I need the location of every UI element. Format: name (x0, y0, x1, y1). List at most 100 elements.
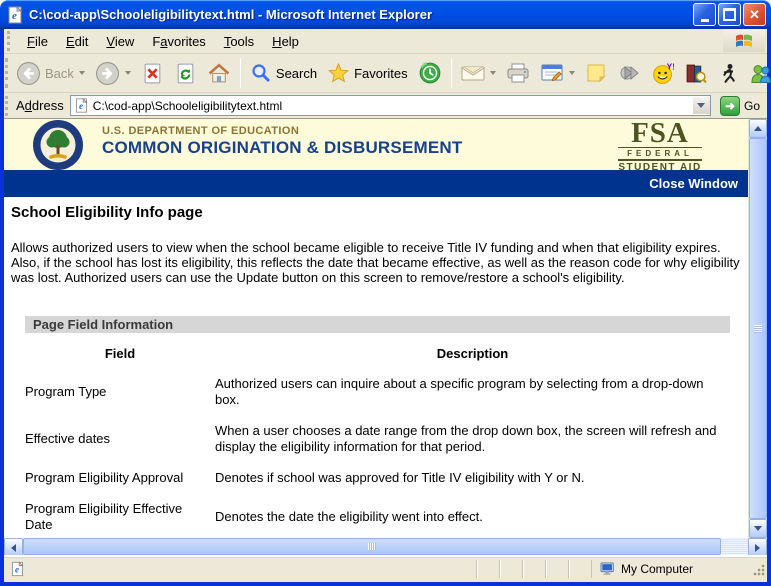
fsa-acronym: FSA (618, 120, 702, 146)
back-chevron-icon (79, 71, 85, 75)
intro-paragraph: Allows authorized users to view when the… (11, 240, 740, 285)
scroll-down-icon (754, 526, 762, 531)
scroll-down-button[interactable] (749, 519, 767, 538)
notes-button[interactable] (580, 60, 612, 86)
ie-page-icon: e (6, 6, 24, 24)
my-computer-icon (600, 562, 616, 576)
go-button[interactable]: ➜ Go (716, 95, 764, 117)
status-pane (522, 560, 545, 578)
aim-button[interactable] (712, 60, 744, 87)
refresh-button[interactable] (169, 60, 202, 87)
fsa-word-student-aid: STUDENT AID (618, 162, 702, 173)
home-icon (207, 62, 231, 85)
aim-icon (717, 62, 739, 85)
forward-icon (95, 61, 120, 86)
research-button[interactable] (679, 60, 712, 87)
favorites-button[interactable]: Favorites (322, 60, 412, 86)
ie-document-icon: e (10, 561, 25, 577)
menu-view[interactable]: View (97, 31, 143, 52)
scroll-left-icon (11, 544, 16, 552)
search-button[interactable]: Search (245, 60, 322, 86)
mail-icon (461, 63, 485, 83)
go-icon: ➜ (720, 96, 740, 116)
close-icon[interactable]: ✕ (743, 3, 766, 26)
edit-chevron-icon (569, 71, 575, 75)
security-zone-pane: My Computer (591, 560, 750, 578)
section-title: Page Field Information (25, 317, 173, 332)
scroll-up-button[interactable] (749, 119, 767, 138)
favorites-star-icon (327, 62, 350, 84)
table-row-field: Program Eligibility Effective Date (25, 501, 215, 533)
print-button[interactable] (501, 60, 535, 86)
toolbar-separator (240, 58, 241, 88)
msn-messenger-icon (749, 62, 771, 85)
toolbar-gripper-3[interactable] (5, 96, 13, 116)
security-zone-label: My Computer (621, 562, 693, 576)
search-icon (250, 62, 272, 84)
cod-banner: U.S. DEPARTMENT OF EDUCATION COMMON ORIG… (4, 119, 748, 170)
chevron-down-icon (697, 103, 705, 108)
forward-button[interactable] (90, 59, 136, 88)
table-row-description: Authorized users can inquire about a spe… (215, 376, 730, 408)
table-row-description: When a user chooses a date range from th… (215, 423, 730, 455)
messenger-button[interactable] (612, 60, 646, 86)
svg-text:e: e (15, 564, 19, 574)
menu-help[interactable]: Help (263, 31, 308, 52)
address-value: C:\cod-app\Schooleligibilitytext.html (93, 99, 693, 113)
menu-bar: File Edit View Favorites Tools Help (4, 29, 767, 54)
horizontal-scrollbar-track[interactable] (23, 538, 748, 555)
fsa-logo: FSA FEDERAL STUDENT AID (618, 120, 702, 173)
table-row-description: Denotes if school was approved for Title… (215, 470, 730, 486)
yahoo-messenger-button[interactable]: Y! (646, 60, 679, 87)
menu-edit[interactable]: Edit (57, 31, 97, 52)
history-button[interactable] (413, 59, 447, 87)
search-label: Search (276, 66, 317, 81)
home-button[interactable] (202, 60, 236, 87)
column-header-description: Description (215, 346, 730, 361)
back-label: Back (45, 66, 74, 81)
window-frame: File Edit View Favorites Tools Help Back (0, 29, 771, 586)
maximize-icon[interactable] (718, 3, 741, 26)
edit-button[interactable] (535, 61, 580, 85)
nav-bar: Close Window (4, 170, 748, 197)
research-icon (684, 62, 707, 85)
svg-text:Y!: Y! (666, 62, 673, 71)
toolbar-gripper-2[interactable] (5, 58, 8, 88)
address-dropdown-button[interactable] (693, 97, 710, 114)
favorites-label: Favorites (354, 66, 407, 81)
mail-chevron-icon (490, 71, 496, 75)
title-bar[interactable]: e C:\cod-app\Schooleligibilitytext.html … (0, 0, 771, 29)
notes-icon (585, 62, 607, 84)
windows-flag-icon (723, 29, 765, 52)
scrollbar-grip-h (368, 543, 376, 550)
svg-text:e: e (12, 10, 17, 22)
menu-file[interactable]: File (18, 31, 57, 52)
resize-grip-icon[interactable] (752, 563, 765, 576)
browser-window: e C:\cod-app\Schooleligibilitytext.html … (0, 0, 771, 586)
address-bar: Address e C:\cod-app\Schooleligibilityte… (4, 93, 767, 118)
horizontal-scrollbar-thumb[interactable] (23, 538, 721, 555)
vertical-scrollbar[interactable] (748, 119, 767, 538)
field-table: Field Description Program Type Authorize… (25, 346, 730, 538)
menu-favorites[interactable]: Favorites (143, 31, 214, 52)
stop-button[interactable] (136, 60, 169, 87)
address-input[interactable]: e C:\cod-app\Schooleligibilitytext.html (70, 95, 711, 116)
page-content: U.S. DEPARTMENT OF EDUCATION COMMON ORIG… (4, 119, 748, 538)
horizontal-scrollbar[interactable] (4, 538, 767, 555)
msn-messenger-button[interactable] (744, 60, 771, 87)
close-window-link[interactable]: Close Window (649, 176, 738, 191)
back-button[interactable]: Back (11, 59, 90, 88)
yahoo-messenger-icon: Y! (651, 62, 674, 85)
history-icon (418, 61, 442, 85)
mail-button[interactable] (456, 61, 501, 85)
menu-tools[interactable]: Tools (215, 31, 263, 52)
section-header-bar: Page Field Information (25, 316, 730, 333)
back-icon (16, 61, 41, 86)
minimize-icon[interactable] (693, 3, 716, 26)
toolbar-gripper[interactable] (7, 31, 15, 50)
scroll-up-icon (754, 126, 762, 131)
vertical-scrollbar-thumb[interactable] (749, 138, 767, 519)
svg-text:e: e (79, 101, 83, 111)
table-row-field: Effective dates (25, 431, 215, 447)
print-icon (506, 62, 530, 84)
